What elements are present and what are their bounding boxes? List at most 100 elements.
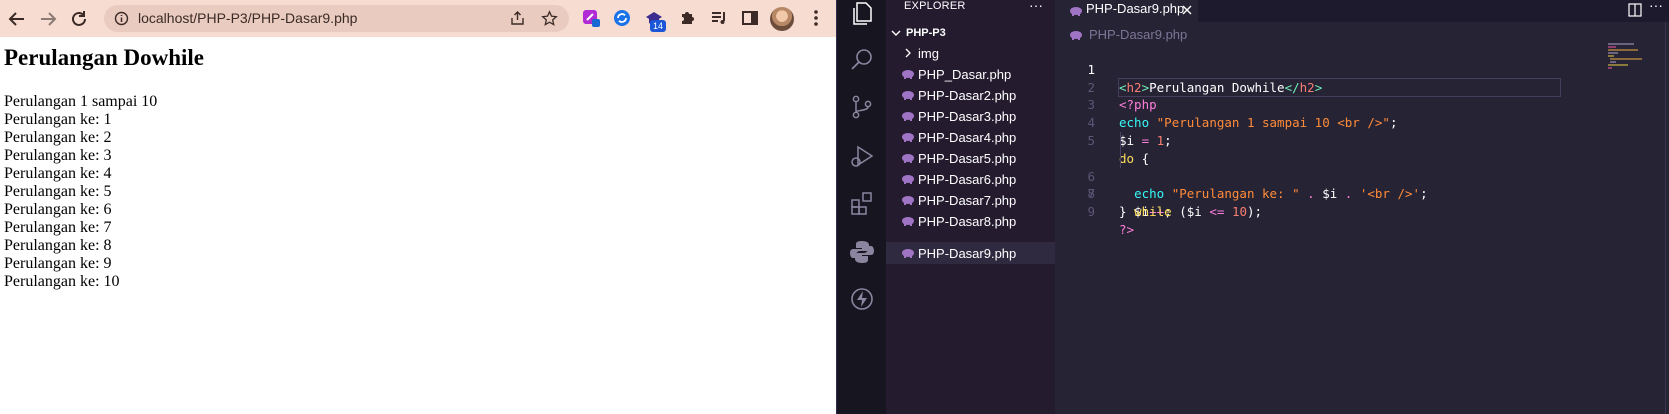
php-elephant-icon [902, 217, 914, 226]
indent-guide [1120, 131, 1121, 150]
tree-file[interactable]: PHP_Dasar.php [886, 63, 1055, 85]
tree-item-label: img [918, 46, 939, 61]
explorer-title: EXPLORER [904, 0, 966, 12]
indent-guide [1120, 149, 1121, 168]
code-line: 9 ?> [1055, 185, 1669, 237]
extensions-icon[interactable] [848, 189, 876, 217]
side-panel-icon[interactable] [740, 8, 760, 28]
chevron-right-icon [905, 48, 911, 58]
info-icon[interactable] [114, 11, 129, 26]
output-line: Perulangan 1 sampai 10 [4, 93, 158, 110]
folder-header[interactable]: PHP-P3 [886, 24, 1055, 44]
tree-file[interactable]: PHP-Dasar7.php [886, 189, 1055, 211]
code-token: <= [1201, 204, 1232, 220]
php-elephant-icon [902, 91, 914, 100]
close-icon[interactable] [1181, 4, 1193, 16]
extension-1-icon[interactable] [581, 8, 601, 28]
output-line: Perulangan ke: 9 [4, 255, 112, 272]
breadcrumb-file: PHP-Dasar9.php [1089, 27, 1188, 42]
tab-label: PHP-Dasar9.php [1086, 1, 1185, 16]
tree-item-label: PHP-Dasar7.php [918, 193, 1017, 208]
tree-folder-img[interactable]: img [886, 42, 1055, 64]
tree-file[interactable]: PHP-Dasar2.php [886, 84, 1055, 106]
php-elephant-icon [1070, 31, 1082, 40]
address-bar[interactable]: localhost/PHP-P3/PHP-Dasar9.php [104, 5, 569, 32]
explorer-sidebar: EXPLORER ··· PHP-P3 img PHP_Dasar.php PH… [886, 0, 1055, 414]
php-elephant-icon [902, 70, 914, 79]
url-text[interactable]: localhost/PHP-P3/PHP-Dasar9.php [138, 10, 357, 26]
code-token: ( [1171, 204, 1187, 220]
tree-file[interactable]: PHP-Dasar3.php [886, 105, 1055, 127]
code-token: ); [1247, 204, 1263, 220]
forward-button[interactable] [37, 8, 59, 30]
code-token: ?> [1119, 221, 1135, 237]
profile-avatar[interactable] [770, 7, 794, 31]
split-editor-icon[interactable] [1627, 2, 1643, 18]
output-line: Perulangan ke: 5 [4, 183, 112, 200]
code-token: $i [1186, 204, 1202, 220]
output-line: Perulangan ke: 3 [4, 147, 112, 164]
tab-php-dasar9[interactable]: PHP-Dasar9.php [1055, 0, 1198, 22]
php-elephant-icon [902, 249, 914, 258]
php-elephant-icon [1070, 7, 1082, 16]
editor-more-actions[interactable]: ··· [1649, 0, 1663, 13]
share-icon[interactable] [509, 10, 526, 27]
editor-tabs: PHP-Dasar9.php ··· [1055, 0, 1669, 22]
explorer-more-actions[interactable]: ··· [1029, 0, 1043, 13]
code-editor[interactable]: 1 <h2>Perulangan Dowhile</h2> 2 <?php 3 … [1055, 43, 1669, 237]
back-button[interactable] [6, 8, 28, 30]
extension-badge: 14 [650, 20, 667, 32]
tree-file[interactable]: PHP-Dasar4.php [886, 126, 1055, 148]
tree-file[interactable]: PHP-Dasar6.php [886, 168, 1055, 190]
tree-item-label: PHP-Dasar9.php [918, 246, 1017, 261]
bookmark-star-icon[interactable] [541, 10, 558, 27]
output-line: Perulangan ke: 4 [4, 165, 112, 182]
code-line: 3 echo "Perulangan 1 sampai 10 <br />"; [1055, 79, 1669, 130]
menu-icon[interactable] [806, 8, 826, 28]
tree-file[interactable]: PHP-Dasar5.php [886, 147, 1055, 169]
code-line: 5 do { [1055, 114, 1669, 166]
puzzle-icon[interactable] [678, 8, 698, 28]
media-control-icon[interactable] [709, 8, 729, 28]
tree-item-label: PHP_Dasar.php [918, 67, 1012, 82]
folder-name: PHP-P3 [906, 27, 946, 39]
code-token: 10 [1231, 204, 1247, 220]
tree-item-label: PHP-Dasar6.php [918, 172, 1017, 187]
reload-button[interactable] [68, 8, 90, 30]
vscode-window: EXPLORER ··· PHP-P3 img PHP_Dasar.php PH… [836, 0, 1669, 414]
code-token: while [1134, 204, 1172, 220]
run-debug-icon[interactable] [848, 142, 876, 170]
page-heading: Perulangan Dowhile [4, 45, 204, 70]
code-line: 2 <?php [1055, 61, 1669, 113]
code-text: ?> [1119, 221, 1134, 239]
code-text: } while ($i <= 10); [1119, 203, 1262, 221]
code-line: 4 $i = 1; [1055, 96, 1669, 148]
tree-file-active[interactable]: PHP-Dasar9.php [886, 242, 1055, 264]
explorer-files-icon[interactable] [848, 0, 876, 28]
thunder-client-icon[interactable] [848, 285, 876, 313]
scrollbar-track[interactable] [1665, 22, 1666, 414]
php-elephant-icon [902, 112, 914, 121]
browser-window: localhost/PHP-P3/PHP-Dasar9.php 14 Perul… [0, 0, 836, 414]
activity-bar [836, 0, 886, 414]
php-elephant-icon [902, 154, 914, 163]
forward-arrow-icon [41, 12, 57, 26]
search-icon[interactable] [848, 46, 876, 74]
python-icon[interactable] [848, 238, 876, 266]
browser-toolbar: localhost/PHP-P3/PHP-Dasar9.php 14 [0, 0, 836, 37]
source-control-icon[interactable] [848, 93, 876, 121]
output-line: Perulangan ke: 7 [4, 219, 112, 236]
php-elephant-icon [902, 133, 914, 142]
back-arrow-icon [8, 12, 24, 26]
chevron-down-icon [891, 30, 901, 36]
extension-2-icon[interactable] [612, 8, 632, 28]
line-number: 9 [1087, 204, 1095, 220]
output-line: Perulangan ke: 1 [4, 111, 112, 128]
code-line: 1 <h2>Perulangan Dowhile</h2> [1055, 43, 1669, 98]
code-line: 7 $i++; [1055, 149, 1669, 219]
tree-item-label: PHP-Dasar4.php [918, 130, 1017, 145]
tree-item-label: PHP-Dasar5.php [918, 151, 1017, 166]
output-line: Perulangan ke: 10 [4, 273, 120, 290]
tree-file[interactable]: PHP-Dasar8.php [886, 210, 1055, 232]
minimap[interactable] [1608, 43, 1656, 75]
